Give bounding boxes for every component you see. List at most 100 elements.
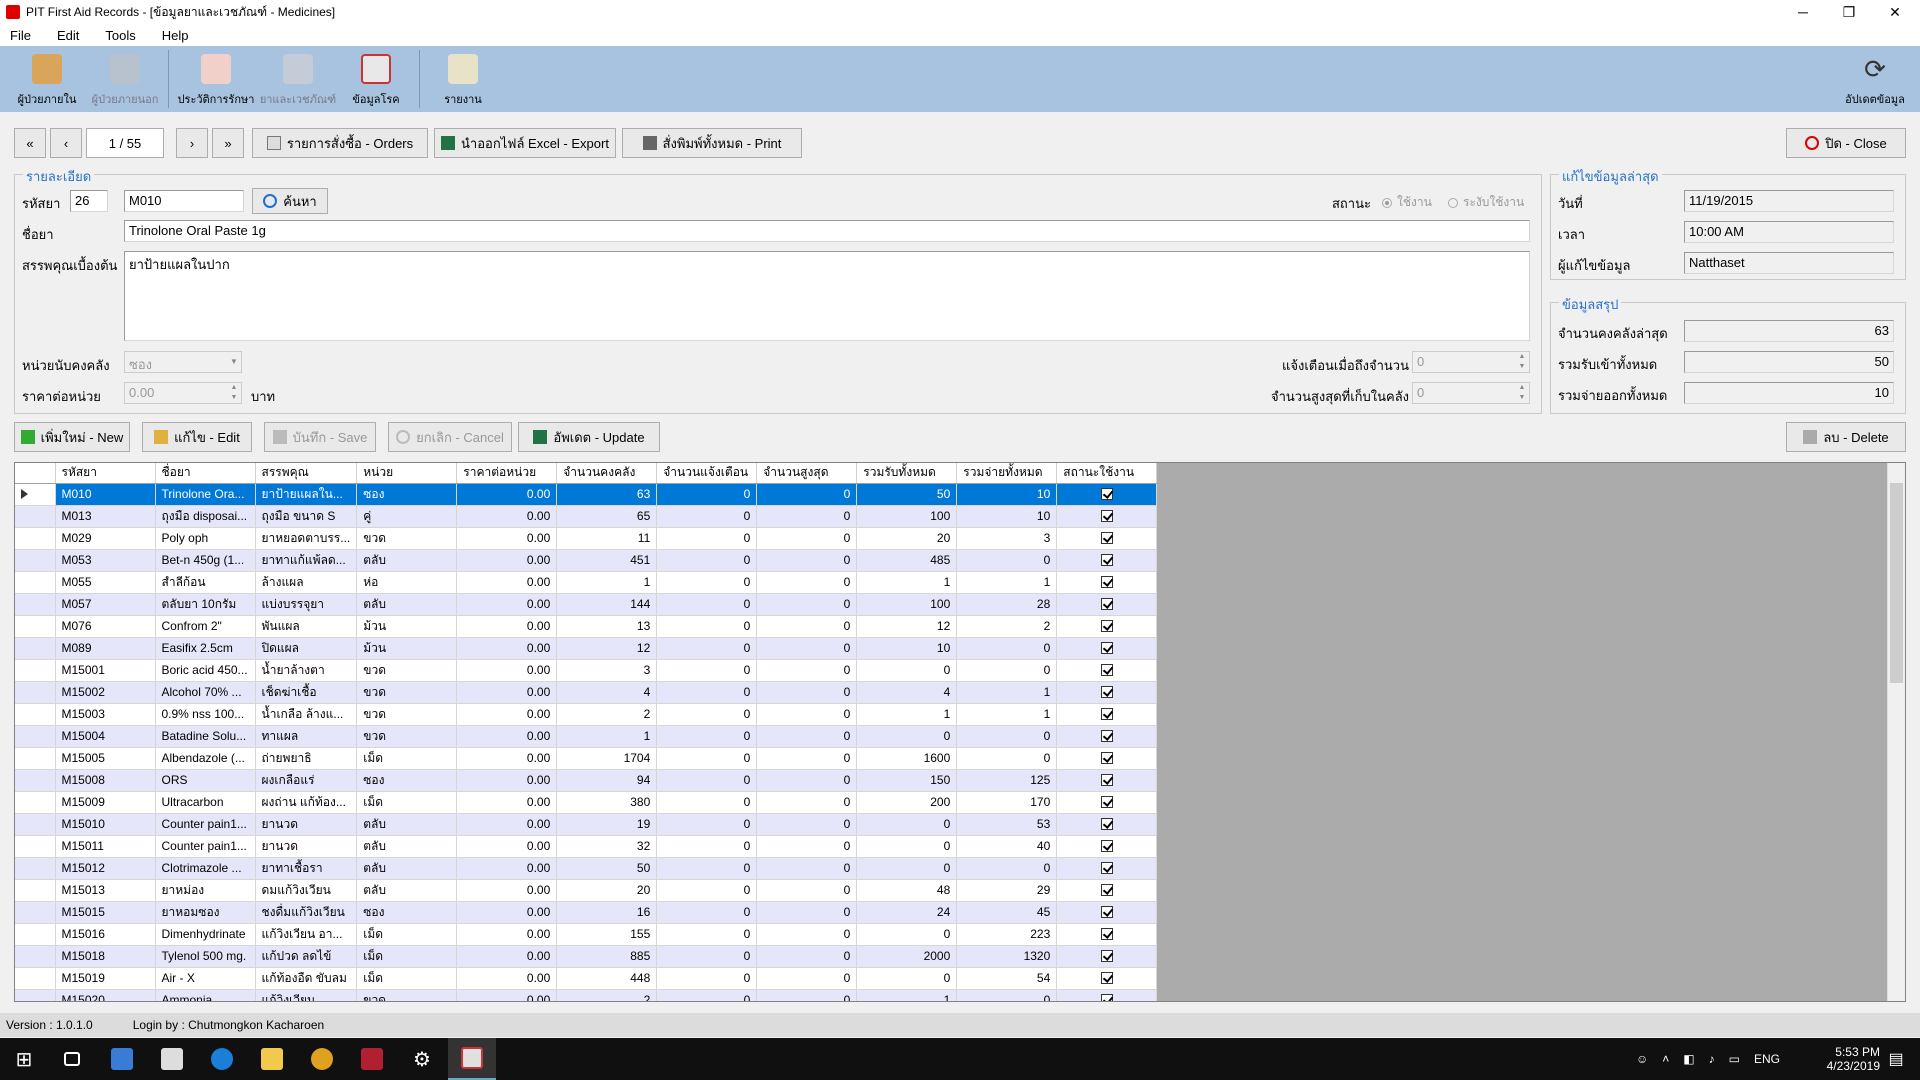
table-cell[interactable]: ยาป้ายแผลใน... <box>255 483 358 506</box>
unit-select[interactable]: ซอง ▼ <box>124 351 242 373</box>
row-header[interactable] <box>15 483 56 506</box>
clock[interactable]: 5:53 PM 4/23/2019 <box>1808 1038 1880 1080</box>
table-row[interactable]: M15001 Boric acid 450... น้ำยาล้างตา ขวด 0.0… <box>15 659 1158 682</box>
active-checkbox-cell[interactable] <box>1056 769 1158 792</box>
table-cell[interactable]: M15013 <box>55 879 156 902</box>
table-cell[interactable]: 0.00 <box>456 945 558 968</box>
table-cell[interactable]: 451 <box>556 549 658 572</box>
edit-button[interactable]: แก้ไข - Edit <box>142 422 252 452</box>
table-cell[interactable]: M076 <box>55 615 156 638</box>
table-cell[interactable]: 0 <box>756 571 858 594</box>
table-row[interactable]: M089 Easifix 2.5cm ปิดแผล ม้วน 0.00 12 0 0 10 0 <box>15 637 1158 660</box>
table-cell[interactable]: 0 <box>656 945 758 968</box>
table-cell[interactable]: แก้ปวด ลดไข้ <box>255 945 358 968</box>
table-cell[interactable]: 12 <box>556 637 658 660</box>
active-checkbox-cell[interactable] <box>1056 703 1158 726</box>
table-cell[interactable]: 1704 <box>556 747 658 770</box>
table-cell[interactable]: 2 <box>556 989 658 1001</box>
table-cell[interactable]: 2000 <box>856 945 958 968</box>
table-cell[interactable]: 54 <box>956 967 1058 990</box>
col-header[interactable]: สรรพคุณ <box>255 463 358 484</box>
table-cell[interactable]: 0 <box>756 945 858 968</box>
table-cell[interactable]: 19 <box>556 813 658 836</box>
menu-tools[interactable]: Tools <box>101 28 139 43</box>
table-cell[interactable]: 100 <box>856 593 958 616</box>
table-cell[interactable]: ยาทาแก้แพ้ลด... <box>255 549 358 572</box>
table-cell[interactable]: 20 <box>556 879 658 902</box>
table-row[interactable]: M15008 ORS ผงเกลือแร่ ซอง 0.00 94 0 0 150 125 <box>15 769 1158 792</box>
row-header[interactable] <box>15 791 56 814</box>
table-cell[interactable]: 0.00 <box>456 659 558 682</box>
table-cell[interactable]: M15016 <box>55 923 156 946</box>
table-cell[interactable]: M15005 <box>55 747 156 770</box>
table-cell[interactable]: 10 <box>856 637 958 660</box>
row-header[interactable] <box>15 923 56 946</box>
table-cell[interactable]: แก้ท้องอืด ขับลม <box>255 967 358 990</box>
table-cell[interactable]: 0 <box>656 483 758 506</box>
table-cell[interactable]: 0.00 <box>456 857 558 880</box>
table-cell[interactable]: Air - X <box>155 967 256 990</box>
table-cell[interactable]: 0.00 <box>456 835 558 858</box>
menu-help[interactable]: Help <box>158 28 193 43</box>
table-cell[interactable]: 0.00 <box>456 725 558 748</box>
table-cell[interactable]: 200 <box>856 791 958 814</box>
maximize-button[interactable]: ❐ <box>1826 0 1872 24</box>
table-row[interactable]: M15018 Tylenol 500 mg. แก้ปวด ลดไข้ เม็ด 0.0… <box>15 945 1158 968</box>
row-header[interactable] <box>15 571 56 594</box>
id-field[interactable]: 26 <box>70 190 108 212</box>
table-cell[interactable]: 0 <box>656 593 758 616</box>
table-row[interactable]: M013 ถุงมือ disposai... ถุงมือ ขนาด S คู่ 0.… <box>15 505 1158 528</box>
table-row[interactable]: M15005 Albendazole (... ถ่ายพยาธิ เม็ด 0.00 1… <box>15 747 1158 770</box>
row-header[interactable] <box>15 615 56 638</box>
checkbox-checked[interactable] <box>1100 686 1113 698</box>
active-checkbox-cell[interactable] <box>1056 549 1158 572</box>
price-field[interactable]: 0.00 ▲ ▼ <box>124 382 242 404</box>
taskbar-mail[interactable] <box>148 1038 196 1080</box>
table-cell[interactable]: 2 <box>956 615 1058 638</box>
table-cell[interactable]: 0 <box>756 923 858 946</box>
table-cell[interactable]: 0 <box>656 967 758 990</box>
active-checkbox-cell[interactable] <box>1056 637 1158 660</box>
table-cell[interactable]: ผงเกลือแร่ <box>255 769 358 792</box>
table-cell[interactable]: M029 <box>55 527 156 550</box>
table-row[interactable]: M053 Bet-n 450g (1... ยาทาแก้แพ้ลด... ตลับ 0… <box>15 549 1158 572</box>
col-header[interactable]: จำนวนคงคลัง <box>556 463 658 484</box>
table-row[interactable]: M076 Confrom 2" พันแผล ม้วน 0.00 13 0 0 12 2 <box>15 615 1158 638</box>
table-cell[interactable]: 1 <box>856 989 958 1001</box>
toolbar-history[interactable]: ประวัติการรักษา <box>173 48 259 112</box>
table-cell[interactable]: 0 <box>756 791 858 814</box>
code-field[interactable]: M010 <box>124 190 244 212</box>
table-cell[interactable]: ขวด <box>356 725 458 748</box>
table-cell[interactable]: ตลับ <box>356 593 458 616</box>
table-cell[interactable]: 0 <box>656 835 758 858</box>
row-header[interactable] <box>15 593 56 616</box>
table-cell[interactable]: ORS <box>155 769 256 792</box>
active-checkbox-cell[interactable] <box>1056 681 1158 704</box>
table-cell[interactable]: 0.00 <box>456 967 558 990</box>
checkbox-checked[interactable] <box>1100 796 1113 808</box>
table-cell[interactable]: แก้วิงเวียน <box>255 989 358 1001</box>
table-cell[interactable]: Counter pain1... <box>155 835 256 858</box>
close-window-button[interactable]: ✕ <box>1872 0 1918 24</box>
max-field[interactable]: 0 ▲ ▼ <box>1412 382 1530 404</box>
taskbar-explorer[interactable] <box>248 1038 296 1080</box>
table-cell[interactable]: 0 <box>756 835 858 858</box>
table-cell[interactable]: 485 <box>856 549 958 572</box>
table-cell[interactable]: 1320 <box>956 945 1058 968</box>
table-cell[interactable]: 0.00 <box>456 769 558 792</box>
table-cell[interactable]: 0 <box>756 813 858 836</box>
taskbar-edge[interactable] <box>198 1038 246 1080</box>
table-row[interactable]: M15012 Clotrimazole ... ยาทาเชื้อรา ตลับ 0.0… <box>15 857 1158 880</box>
active-checkbox-cell[interactable] <box>1056 791 1158 814</box>
table-row[interactable]: M15019 Air - X แก้ท้องอืด ขับลม เม็ด 0.00 448… <box>15 967 1158 990</box>
row-header[interactable] <box>15 967 56 990</box>
last-record-button[interactable]: » <box>212 128 244 158</box>
table-row[interactable]: M15016 Dimenhydrinate แก้วิงเวียน อา... เม็… <box>15 923 1158 946</box>
toolbar-diseases[interactable]: ข้อมูลโรค <box>337 48 415 112</box>
table-cell[interactable]: 0 <box>756 505 858 528</box>
table-row[interactable]: M15011 Counter pain1... ยานวด ตลับ 0.00 32 0 0 0… <box>15 835 1158 858</box>
checkbox-checked[interactable] <box>1100 840 1113 852</box>
table-cell[interactable]: 0.00 <box>456 879 558 902</box>
table-cell[interactable]: 0 <box>756 879 858 902</box>
table-cell[interactable]: Confrom 2" <box>155 615 256 638</box>
